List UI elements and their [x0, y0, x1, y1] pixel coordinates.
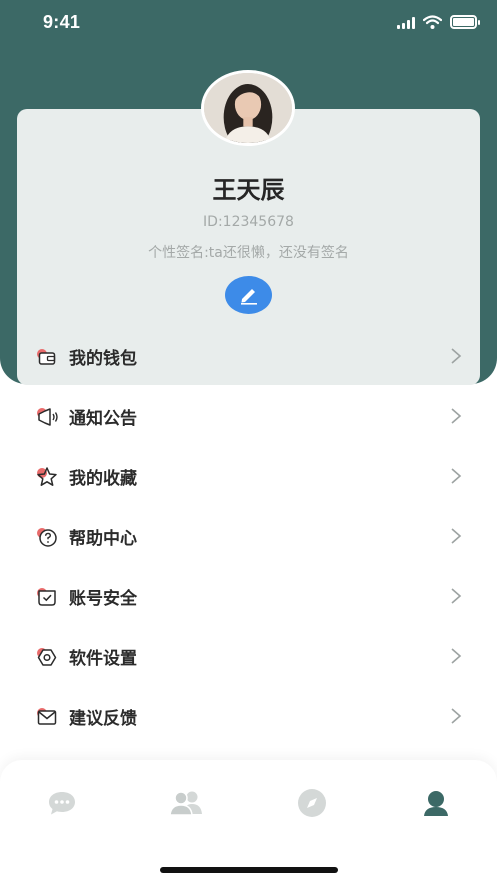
chevron-right-icon [451, 648, 462, 664]
settings-icon [37, 648, 57, 666]
star-icon [37, 467, 57, 486]
help-icon [37, 528, 57, 547]
tab-contacts[interactable] [166, 788, 206, 818]
chat-bubble-icon [49, 792, 75, 815]
status-bar: 9:41 [0, 0, 497, 46]
bottom-tab-bar [0, 760, 497, 883]
chevron-right-icon [451, 528, 462, 544]
user-signature: 个性签名:ta还很懒，还没有签名 [148, 245, 349, 261]
menu-item-label: 账号安全 [69, 589, 137, 609]
pencil-icon [240, 289, 257, 305]
avatar-portrait-icon [204, 73, 292, 143]
chevron-right-icon [451, 708, 462, 724]
shield-icon [37, 588, 56, 606]
contacts-icon [169, 791, 202, 816]
menu-item-settings[interactable]: 软件设置 [17, 627, 480, 687]
menu-item-label: 帮助中心 [69, 529, 137, 549]
menu-item-label: 软件设置 [69, 649, 137, 669]
chevron-right-icon [451, 408, 462, 424]
wallet-icon [37, 349, 56, 365]
user-name: 王天辰 [212, 176, 285, 204]
menu-item-label: 建议反馈 [69, 709, 137, 729]
menu-item-account-security[interactable]: 账号安全 [17, 567, 480, 627]
user-id: ID:12345678 [203, 214, 294, 230]
menu-item-label: 我的钱包 [69, 349, 137, 369]
tab-discover[interactable] [292, 788, 332, 818]
avatar[interactable] [201, 70, 295, 146]
status-icons [397, 15, 480, 29]
menu-item-help-center[interactable]: 帮助中心 [17, 507, 480, 567]
chevron-right-icon [451, 468, 462, 484]
feedback-icon [37, 708, 57, 725]
wifi-icon [423, 15, 442, 29]
menu-item-label: 我的收藏 [69, 469, 137, 489]
announcement-icon [37, 408, 58, 426]
home-indicator [160, 867, 338, 873]
signal-icon [397, 16, 415, 29]
tab-messages[interactable] [42, 788, 82, 818]
status-time: 9:41 [43, 12, 81, 32]
tab-profile[interactable] [416, 788, 456, 818]
chevron-right-icon [451, 588, 462, 604]
menu-item-label: 通知公告 [69, 409, 137, 429]
menu-item-announcements[interactable]: 通知公告 [17, 387, 480, 447]
edit-profile-button[interactable] [225, 276, 272, 314]
menu-item-favorites[interactable]: 我的收藏 [17, 447, 480, 507]
battery-icon [450, 15, 480, 29]
menu-item-feedback[interactable]: 建议反馈 [17, 687, 480, 747]
menu-item-wallet[interactable]: 我的钱包 [17, 327, 480, 387]
chevron-right-icon [451, 348, 462, 364]
person-icon [424, 791, 448, 816]
compass-icon [298, 789, 326, 817]
